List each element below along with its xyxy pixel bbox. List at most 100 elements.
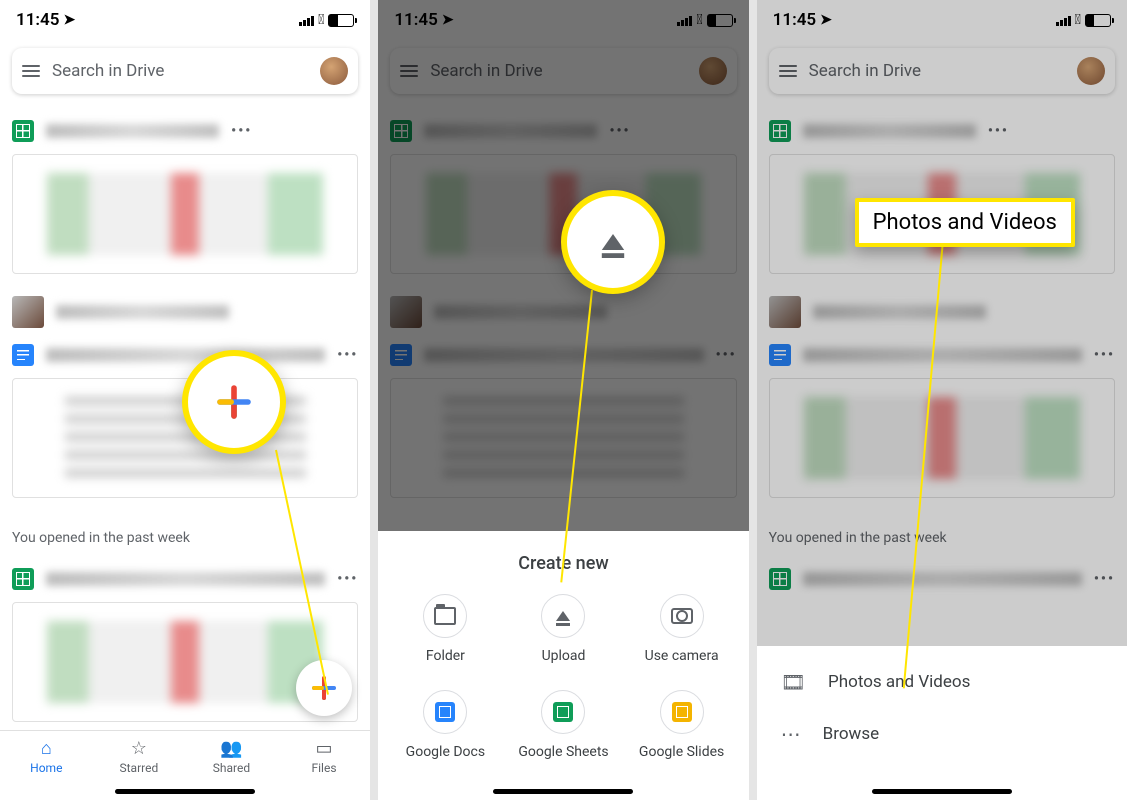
sheet-item-label: Folder (426, 648, 465, 664)
image-thumb (390, 296, 422, 328)
star-icon: ☆ (131, 738, 147, 759)
file-name-blur (434, 305, 607, 319)
film-icon: 🎞 (781, 670, 806, 694)
more-horizontal-icon: ⋯ (781, 722, 801, 746)
file-name-blur (813, 305, 986, 319)
search-bar[interactable]: Search in Drive (390, 48, 736, 94)
camera-icon (671, 608, 693, 624)
phone-screen-1: 11:45 ➤ 􀙇 Search in Drive ••• ••• (0, 0, 370, 800)
upload-button[interactable]: Upload (506, 594, 620, 664)
more-icon[interactable]: ••• (337, 571, 358, 587)
status-time: 11:45 (394, 10, 437, 30)
sheets-icon (12, 568, 34, 590)
phone-screen-3: 11:45 ➤ 􀙇 Search in Drive ••• ••• (757, 0, 1127, 800)
wifi-icon: 􀙇 (318, 12, 324, 28)
more-icon[interactable]: ••• (988, 123, 1009, 139)
people-icon: 👥 (220, 738, 242, 759)
menu-item-label: Browse (823, 724, 879, 744)
wifi-icon: 􀙇 (1075, 12, 1081, 28)
use-camera-button[interactable]: Use camera (625, 594, 739, 664)
docs-icon (769, 344, 791, 366)
file-row-sheets[interactable]: ••• (390, 112, 736, 150)
google-sheets-button[interactable]: Google Sheets (506, 690, 620, 760)
file-name-blur (56, 305, 229, 319)
phone-screen-2: 11:45 ➤ 􀙇 Search in Drive ••• ••• (378, 0, 748, 800)
more-icon[interactable]: ••• (716, 347, 737, 363)
file-row-docs[interactable]: ••• (769, 336, 1115, 374)
nav-label: Home (30, 761, 62, 775)
avatar[interactable] (320, 57, 348, 85)
google-slides-button[interactable]: Google Slides (625, 690, 739, 760)
file-row-docs[interactable]: ••• (390, 336, 736, 374)
cell-signal-icon (299, 14, 314, 26)
more-icon[interactable]: ••• (337, 347, 358, 363)
file-preview[interactable] (390, 378, 736, 498)
search-placeholder: Search in Drive (809, 61, 1065, 81)
file-name-blur (46, 348, 325, 362)
plus-icon (217, 385, 251, 419)
search-placeholder: Search in Drive (52, 61, 308, 81)
file-name-blur (46, 124, 219, 138)
create-new-sheet: Create new Folder Upload Use camera Goog… (378, 531, 748, 800)
nav-files[interactable]: ▭Files (278, 731, 371, 782)
google-docs-button[interactable]: Google Docs (388, 690, 502, 760)
battery-icon (1085, 14, 1111, 27)
folder-icon (434, 607, 456, 625)
file-name-blur (803, 124, 976, 138)
menu-icon[interactable] (779, 65, 797, 77)
nav-starred[interactable]: ☆ Starred (93, 731, 186, 782)
section-label: You opened in the past week (0, 522, 370, 550)
sheet-item-label: Use camera (645, 648, 719, 664)
file-preview[interactable] (12, 154, 358, 274)
photos-videos-button[interactable]: 🎞 Photos and Videos (757, 656, 1127, 708)
home-icon: ⌂ (41, 738, 52, 759)
nav-shared[interactable]: 👥 Shared (185, 731, 278, 782)
file-row-sheets[interactable]: ••• (769, 112, 1115, 150)
docs-icon (435, 702, 455, 722)
file-row-image[interactable] (390, 288, 736, 336)
home-indicator (493, 789, 633, 794)
file-row-sheets[interactable]: ••• (769, 560, 1115, 598)
file-row-sheets[interactable]: ••• (12, 112, 358, 150)
file-name-blur (46, 572, 325, 586)
nav-label: Files (312, 761, 337, 775)
search-bar[interactable]: Search in Drive (769, 48, 1115, 94)
search-bar[interactable]: Search in Drive (12, 48, 358, 94)
file-list: ••• (757, 550, 1127, 608)
file-list: ••• ••• (378, 102, 748, 522)
file-row-image[interactable] (12, 288, 358, 336)
file-preview[interactable] (769, 378, 1115, 498)
menu-icon[interactable] (400, 65, 418, 77)
callout-photos-videos: Photos and Videos (855, 198, 1075, 247)
slides-icon (672, 702, 692, 722)
nav-home[interactable]: ⌂ Home (0, 731, 93, 782)
avatar[interactable] (699, 57, 727, 85)
browse-button[interactable]: ⋯ Browse (757, 708, 1127, 760)
battery-icon (328, 14, 354, 27)
create-folder-button[interactable]: Folder (388, 594, 502, 664)
avatar[interactable] (1077, 57, 1105, 85)
file-row-image[interactable] (769, 288, 1115, 336)
fab-new-button[interactable] (296, 660, 352, 716)
home-indicator (872, 789, 1012, 794)
highlight-upload (561, 190, 665, 294)
cell-signal-icon (677, 14, 692, 26)
sheets-icon (769, 120, 791, 142)
file-list: ••• ••• (0, 102, 370, 522)
more-icon[interactable]: ••• (1094, 571, 1115, 587)
location-icon: ➤ (820, 12, 832, 28)
status-time: 11:45 (773, 10, 816, 30)
wifi-icon: 􀙇 (696, 12, 702, 28)
nav-label: Starred (120, 761, 159, 775)
file-row-docs[interactable]: ••• (12, 336, 358, 374)
status-bar: 11:45 ➤ 􀙇 (378, 0, 748, 40)
menu-icon[interactable] (22, 65, 40, 77)
nav-label: Shared (213, 761, 250, 775)
upload-type-sheet: 🎞 Photos and Videos ⋯ Browse (757, 646, 1127, 800)
sheet-item-label: Google Slides (639, 744, 724, 760)
section-label: You opened in the past week (757, 522, 1127, 550)
more-icon[interactable]: ••• (231, 123, 252, 139)
more-icon[interactable]: ••• (609, 123, 630, 139)
more-icon[interactable]: ••• (1094, 347, 1115, 363)
file-name-blur (803, 348, 1082, 362)
